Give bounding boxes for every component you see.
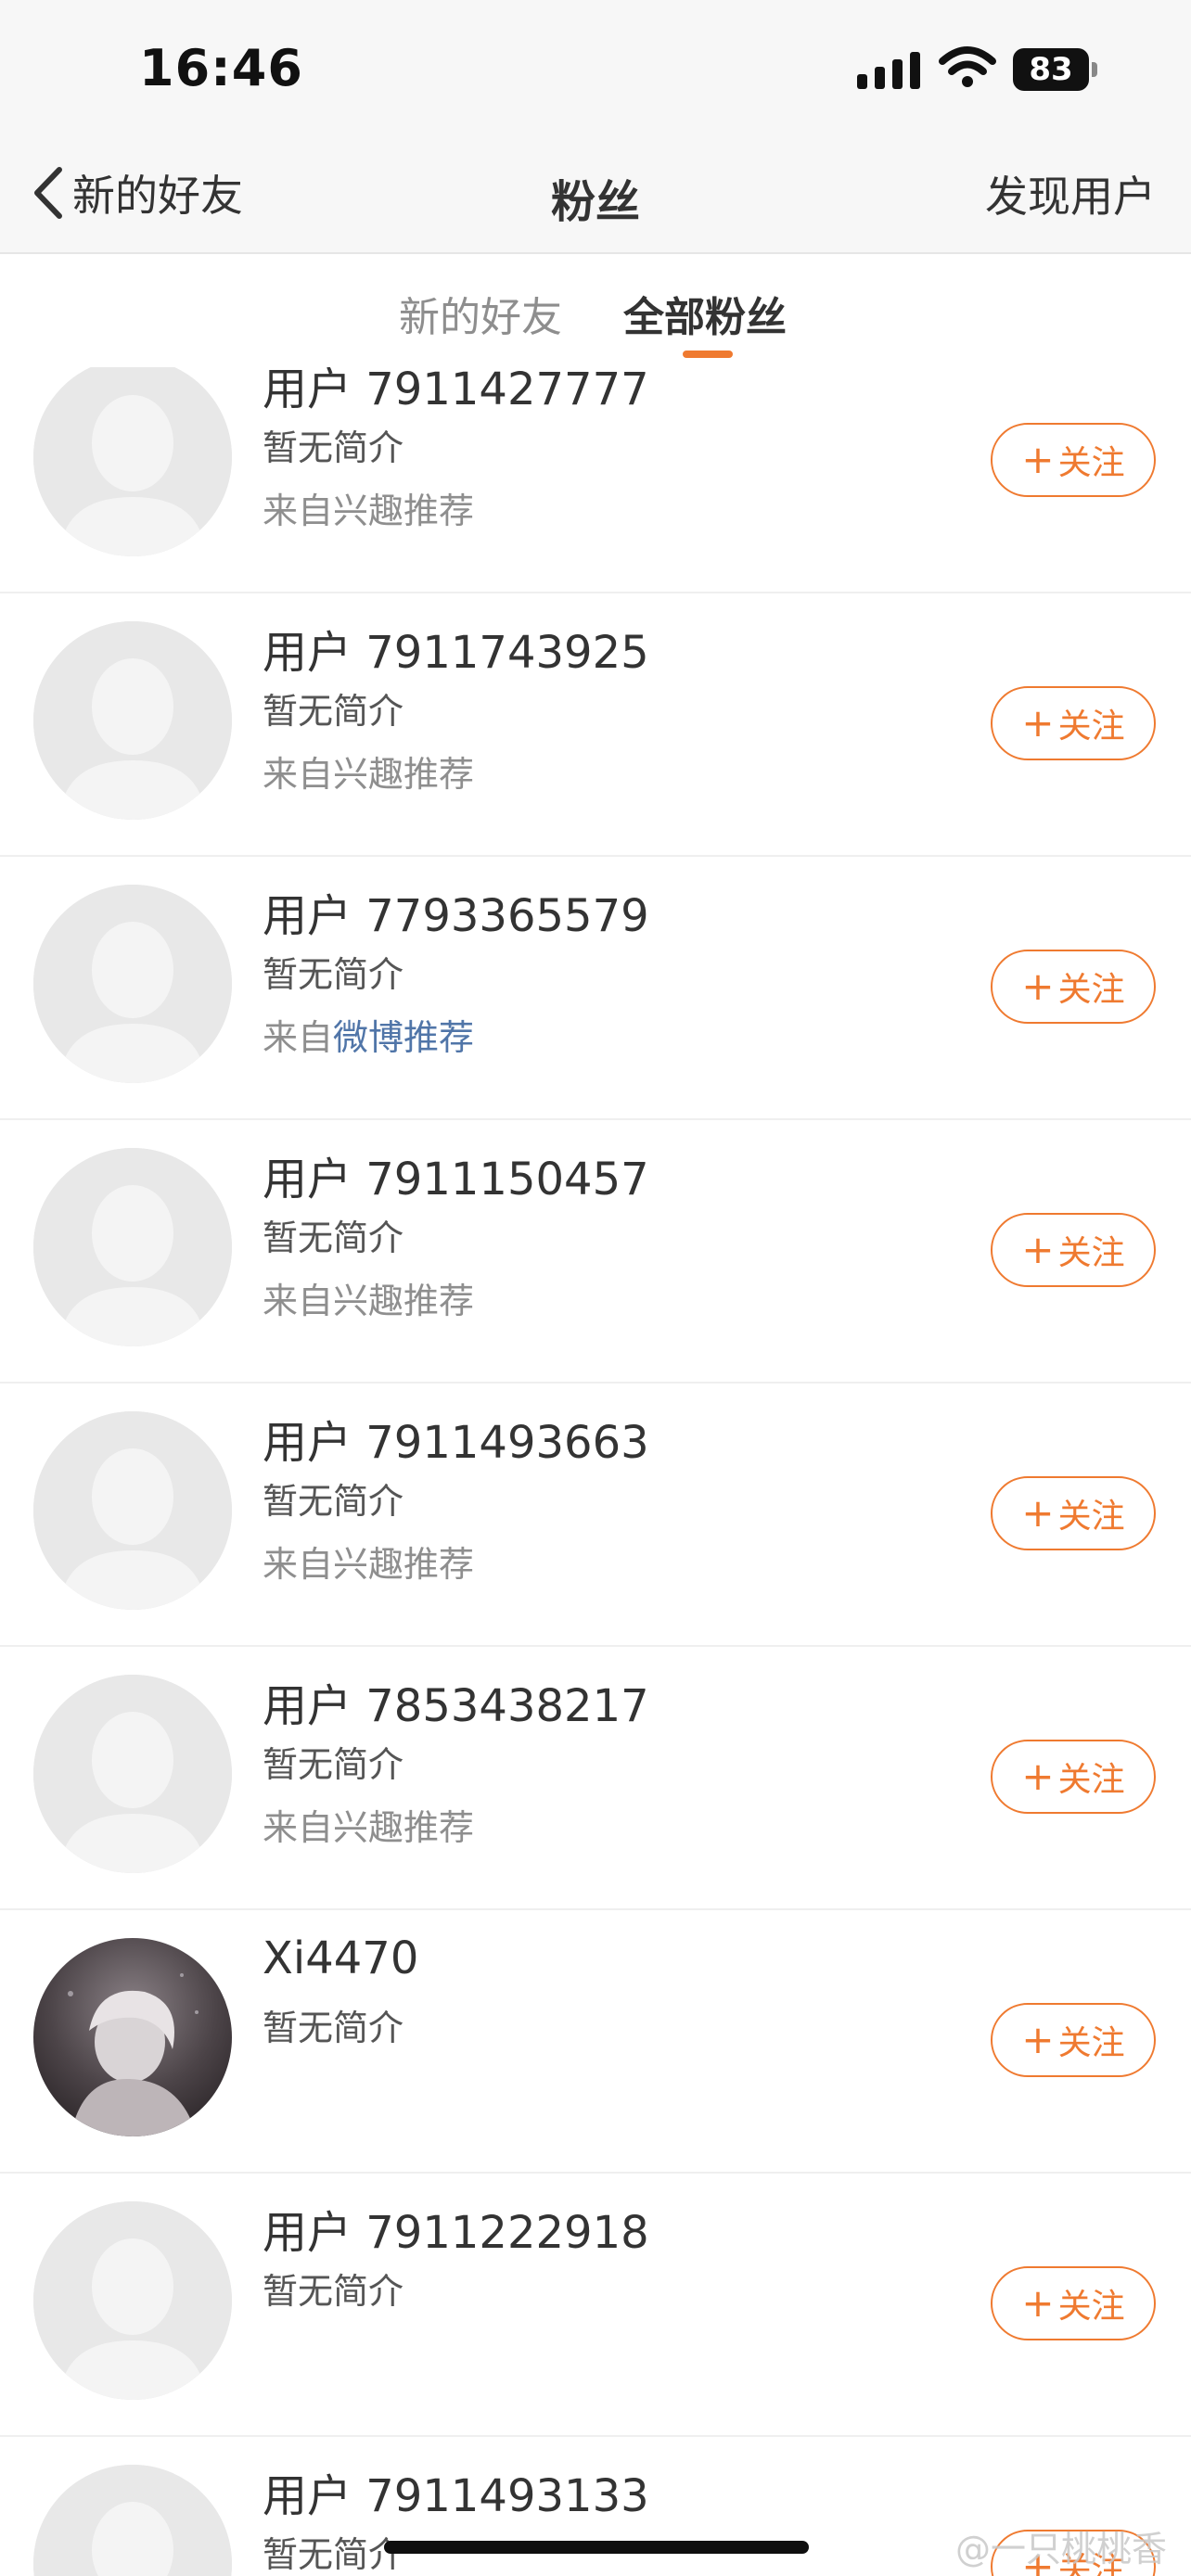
wifi-icon (939, 46, 996, 87)
plus-icon: + (1021, 1490, 1055, 1536)
user-bio: 暂无简介 (263, 1218, 404, 1258)
tab-bar: 新的好友 全部粉丝 (0, 254, 1191, 369)
avatar[interactable] (33, 2465, 232, 2576)
follow-label: 关注 (1057, 2024, 1125, 2062)
default-avatar-icon (33, 621, 232, 820)
user-name[interactable]: 用户 7911743925 (263, 616, 649, 681)
user-source: 来自微博推荐 (263, 1009, 474, 1060)
top-bar: 16:46 83 新的好友 粉丝 发现用户 (0, 0, 1191, 254)
plus-icon: + (1021, 1753, 1055, 1799)
follow-label: 关注 (1057, 708, 1125, 746)
list-item[interactable]: 用户 7911493663 暂无简介 来自兴趣推荐 + 关注 (0, 1384, 1191, 1647)
plus-icon: + (1021, 1227, 1055, 1272)
avatar[interactable] (33, 621, 232, 820)
plus-icon: + (1021, 437, 1055, 482)
cellular-signal-icon (857, 52, 920, 89)
follow-button[interactable]: + 关注 (991, 686, 1156, 760)
default-avatar-icon (33, 1675, 232, 1873)
list-item[interactable]: 用户 7853438217 暂无简介 来自兴趣推荐 + 关注 (0, 1647, 1191, 1910)
user-name[interactable]: 用户 7853438217 (263, 1669, 649, 1734)
follow-label: 关注 (1057, 1498, 1125, 1536)
user-source: 来自兴趣推荐 (263, 491, 475, 531)
plus-icon: + (1021, 963, 1055, 1009)
user-bio: 暂无简介 (263, 954, 404, 995)
discover-users-button[interactable]: 发现用户 (985, 163, 1156, 224)
user-source: 来自兴趣推荐 (263, 1544, 475, 1585)
default-avatar-icon (33, 1411, 232, 1610)
default-avatar-icon (33, 1148, 232, 1346)
source-link[interactable]: 微博推荐 (333, 1017, 474, 1058)
default-avatar-icon (33, 2465, 232, 2576)
avatar[interactable] (33, 885, 232, 1083)
user-name[interactable]: 用户 7911493133 (263, 2459, 649, 2524)
user-name[interactable]: 用户 7911493663 (263, 1406, 649, 1471)
follow-button[interactable]: + 关注 (991, 2266, 1156, 2340)
plus-icon: + (1021, 2017, 1055, 2062)
user-bio: 暂无简介 (263, 1481, 404, 1522)
user-bio: 暂无简介 (263, 2534, 404, 2575)
default-avatar-icon (33, 367, 232, 556)
tab-new-friends[interactable]: 新的好友 (399, 284, 562, 343)
profile-photo-icon (33, 1938, 232, 2136)
follow-button[interactable]: + 关注 (991, 950, 1156, 1024)
user-bio: 暂无简介 (263, 427, 404, 468)
plus-icon: + (1021, 2280, 1055, 2326)
follow-label: 关注 (1057, 1761, 1125, 1799)
user-source: 来自兴趣推荐 (263, 1807, 475, 1848)
follow-button[interactable]: + 关注 (991, 1740, 1156, 1814)
avatar[interactable] (33, 1148, 232, 1346)
active-tab-indicator (683, 351, 733, 358)
follow-button[interactable]: + 关注 (991, 423, 1156, 497)
user-source: 来自兴趣推荐 (263, 1281, 475, 1321)
user-bio: 暂无简介 (263, 1744, 404, 1785)
follow-button[interactable]: + 关注 (991, 1476, 1156, 1550)
default-avatar-icon (33, 885, 232, 1083)
battery-level: 83 (1013, 48, 1089, 91)
avatar[interactable] (33, 1938, 232, 2136)
follow-label: 关注 (1057, 444, 1125, 482)
follow-button[interactable]: + 关注 (991, 2003, 1156, 2077)
user-bio: 暂无简介 (263, 2271, 404, 2312)
user-name[interactable]: Xi4470 (263, 1932, 418, 1984)
default-avatar-icon (33, 2201, 232, 2400)
user-bio: 暂无简介 (263, 691, 404, 732)
tab-all-fans[interactable]: 全部粉丝 (623, 284, 787, 343)
user-name[interactable]: 用户 7793365579 (263, 879, 649, 944)
watermark: @一只桃桃香 (955, 2529, 1168, 2570)
fans-list: 用户 7911427777 暂无简介 来自兴趣推荐 + 关注 用户 7911743… (0, 367, 1191, 2576)
follow-label: 关注 (1057, 2288, 1125, 2326)
source-prefix: 来自 (263, 1017, 334, 1058)
avatar[interactable] (33, 2201, 232, 2400)
user-source: 来自兴趣推荐 (263, 754, 475, 795)
list-item[interactable]: 用户 7911427777 暂无简介 来自兴趣推荐 + 关注 (0, 367, 1191, 593)
list-item[interactable]: 用户 7911150457 暂无简介 来自兴趣推荐 + 关注 (0, 1120, 1191, 1384)
user-name[interactable]: 用户 7911150457 (263, 1142, 649, 1207)
status-time: 16:46 (139, 39, 303, 97)
avatar[interactable] (33, 1675, 232, 1873)
list-item[interactable]: 用户 7793365579 暂无简介 来自微博推荐 + 关注 (0, 857, 1191, 1120)
follow-label: 关注 (1057, 1234, 1125, 1272)
list-item[interactable]: Xi4470 暂无简介 + 关注 (0, 1910, 1191, 2174)
user-name[interactable]: 用户 7911427777 (263, 367, 649, 417)
home-indicator[interactable] (384, 2541, 809, 2554)
user-name[interactable]: 用户 7911222918 (263, 2196, 649, 2261)
follow-label: 关注 (1057, 971, 1125, 1009)
user-bio: 暂无简介 (263, 2008, 404, 2048)
battery-icon: 83 (1013, 48, 1098, 91)
avatar[interactable] (33, 367, 232, 556)
plus-icon: + (1021, 700, 1055, 746)
list-item[interactable]: 用户 7911222918 暂无简介 + 关注 (0, 2174, 1191, 2437)
follow-button[interactable]: + 关注 (991, 1213, 1156, 1287)
avatar[interactable] (33, 1411, 232, 1610)
list-item[interactable]: 用户 7911743925 暂无简介 来自兴趣推荐 + 关注 (0, 593, 1191, 857)
